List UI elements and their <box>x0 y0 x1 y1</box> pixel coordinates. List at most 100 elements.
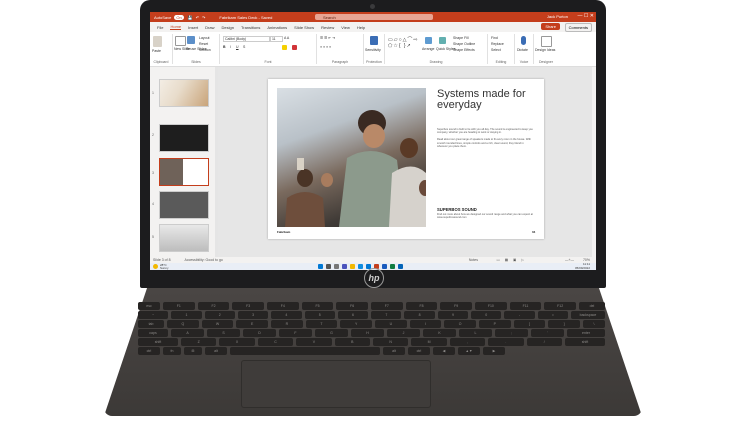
key[interactable]: tab <box>138 320 164 328</box>
window-controls[interactable]: — ☐ ✕ <box>578 13 594 19</box>
key[interactable]: 0 <box>471 311 502 319</box>
key[interactable]: 8 <box>404 311 435 319</box>
key[interactable]: ; <box>495 329 528 337</box>
word-icon[interactable] <box>382 264 387 269</box>
slide-sub-body-text[interactable]: Find out more about how we designed our … <box>437 213 533 220</box>
shape-effects-button[interactable]: Shape Effects <box>453 48 475 52</box>
menu-animations[interactable]: Animations <box>267 25 287 30</box>
menu-insert[interactable]: Insert <box>188 25 198 30</box>
key[interactable]: T <box>305 320 338 328</box>
key[interactable]: E <box>236 320 268 328</box>
key[interactable]: ' <box>531 329 564 337</box>
layout-button[interactable]: Layout <box>199 36 210 40</box>
key[interactable]: A <box>171 329 204 337</box>
align-icons[interactable]: ≡ ≡ ≡ ≡ <box>320 45 331 49</box>
thumbnail-slide-4[interactable] <box>159 191 209 219</box>
shapes-gallery-row2[interactable]: ⬠☆{ }↗ <box>388 43 412 49</box>
start-icon[interactable] <box>318 264 323 269</box>
menu-view[interactable]: View <box>341 25 350 30</box>
key[interactable]: ] <box>548 320 580 328</box>
excel-icon[interactable] <box>390 264 395 269</box>
key[interactable]: = <box>537 311 568 319</box>
key[interactable]: 2 <box>204 311 235 319</box>
thumbnail-slide-3[interactable] <box>159 158 209 186</box>
menu-transitions[interactable]: Transitions <box>241 25 260 30</box>
paste-label[interactable]: Paste <box>152 49 161 53</box>
slide-subheading[interactable]: SUPERBOS SOUND <box>437 207 477 212</box>
find-button[interactable]: Find <box>491 36 498 40</box>
key[interactable]: F12 <box>544 302 576 310</box>
file-explorer-icon[interactable] <box>350 264 355 269</box>
key[interactable]: \ <box>583 320 605 328</box>
sensitivity-icon[interactable] <box>370 36 378 45</box>
comments-button[interactable]: Comments <box>564 23 592 32</box>
key[interactable]: P <box>479 320 511 328</box>
key[interactable]: ▶ <box>483 347 505 355</box>
menu-home[interactable]: Home <box>170 24 182 30</box>
key[interactable]: 1 <box>171 311 202 319</box>
search-icon[interactable] <box>326 264 331 269</box>
key[interactable]: L <box>459 329 492 337</box>
arrange-icon[interactable] <box>425 37 432 44</box>
microphone-icon[interactable] <box>521 36 526 45</box>
font-name-select[interactable]: Calibri (Body) <box>223 36 270 42</box>
bullets-icon[interactable]: ☰ ☰ ⇤ ⇥ <box>320 36 335 40</box>
redo-icon[interactable]: ↷ <box>202 15 205 20</box>
key[interactable]: V <box>296 338 332 346</box>
key[interactable]: B <box>334 338 370 346</box>
key[interactable]: F3 <box>232 302 264 310</box>
design-ideas-icon[interactable] <box>541 36 552 47</box>
key[interactable]: alt <box>205 347 227 355</box>
teams-icon[interactable] <box>342 264 347 269</box>
menu-file[interactable]: File <box>157 25 163 30</box>
key[interactable]: F11 <box>509 302 542 310</box>
slide-title[interactable]: Systems made for everyday <box>437 89 537 111</box>
zoom-slider[interactable]: —+— <box>565 258 574 262</box>
reset-button[interactable]: Reset <box>199 42 208 46</box>
paste-icon[interactable] <box>153 36 162 47</box>
key[interactable]: M <box>411 338 447 346</box>
autosave-label[interactable]: AutoSave <box>154 15 171 20</box>
accessibility-status[interactable]: Accessibility: Good to go <box>185 258 223 262</box>
quick-styles-icon[interactable] <box>439 37 446 44</box>
section-button[interactable]: Section <box>199 48 211 52</box>
search-input[interactable]: Search <box>323 15 336 20</box>
key[interactable]: caps <box>138 329 168 337</box>
key[interactable]: del <box>579 302 605 310</box>
key[interactable]: Y <box>340 320 372 328</box>
key[interactable]: backspace <box>571 311 605 319</box>
key[interactable]: ▲▼ <box>458 347 480 355</box>
reuse-slides-icon[interactable] <box>187 36 195 44</box>
system-clock[interactable]: 11:11 05/09/2022 <box>575 262 590 270</box>
key[interactable]: Q <box>167 320 199 328</box>
underline-icon[interactable]: U <box>236 45 239 49</box>
key[interactable]: F <box>279 329 312 337</box>
menu-review[interactable]: Review <box>321 25 334 30</box>
key[interactable]: alt <box>383 347 405 355</box>
key[interactable]: fn <box>163 347 181 355</box>
key[interactable]: esc <box>138 302 160 310</box>
highlight-icon[interactable] <box>282 45 287 50</box>
menu-draw[interactable]: Draw <box>205 25 214 30</box>
key[interactable]: ⊞ <box>184 347 202 355</box>
key[interactable]: U <box>375 320 407 328</box>
key[interactable]: Z <box>181 338 217 346</box>
key[interactable]: [ <box>513 320 546 328</box>
italic-icon[interactable]: I <box>230 45 231 49</box>
key[interactable]: F9 <box>440 302 472 310</box>
key[interactable]: ctrl <box>138 347 160 355</box>
dictate-label[interactable]: Dictate <box>517 48 528 52</box>
touchpad[interactable] <box>241 360 431 408</box>
menu-design[interactable]: Design <box>221 25 233 30</box>
thumbnail-slide-5[interactable] <box>159 224 209 252</box>
menu-slide-show[interactable]: Slide Show <box>294 25 314 30</box>
autosave-toggle[interactable]: On <box>174 14 184 20</box>
key[interactable]: H <box>351 329 384 337</box>
replace-button[interactable]: Replace <box>491 42 504 46</box>
bold-icon[interactable]: B <box>223 45 226 49</box>
share-button[interactable]: Share <box>541 23 560 30</box>
undo-icon[interactable]: ↶ <box>196 15 199 20</box>
key[interactable]: X <box>219 338 255 346</box>
key[interactable]: C <box>257 338 294 346</box>
key[interactable]: enter <box>567 329 605 337</box>
